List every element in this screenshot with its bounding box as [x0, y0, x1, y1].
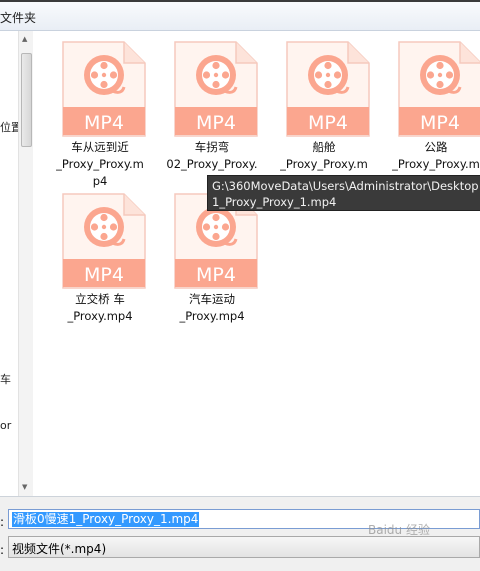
file-name[interactable]: 公路 _Proxy_Proxy.m — [381, 139, 480, 173]
file-name-line: 船舱 — [312, 140, 336, 154]
file-name-line: 公路 — [424, 140, 448, 154]
file-type-badge: MP4 — [308, 112, 348, 134]
file-name[interactable]: 立交桥 车 _Proxy.mp4 — [45, 291, 155, 325]
mp4-file-icon: MP4 — [62, 41, 146, 137]
file-name-line: _Proxy.mp4 — [179, 309, 245, 323]
file-type-badge: MP4 — [84, 112, 124, 134]
film-reel-icon — [196, 55, 238, 95]
file-name-line: 车拐弯 — [194, 140, 230, 154]
file-type-badge: MP4 — [196, 112, 236, 134]
file-type-badge: MP4 — [196, 264, 236, 286]
file-name-line: _Proxy_Proxy.m — [280, 157, 368, 171]
filetype-select[interactable]: 视频文件(*.mp4) — [8, 536, 480, 558]
film-reel-icon — [308, 55, 350, 95]
film-reel-icon — [196, 207, 238, 247]
nav-item-or[interactable]: or — [0, 419, 11, 432]
file-item[interactable]: MP4 公路 _Proxy_Proxy.m — [381, 31, 480, 181]
nav-item-car[interactable]: 车 — [0, 371, 11, 387]
file-name-line: 02_Proxy_Proxy. — [166, 157, 258, 171]
filename-label: : — [0, 515, 5, 529]
title-bar: 文件夹 — [0, 0, 480, 31]
tooltip-line: G:\360MoveData\Users\Administrator\Deskt… — [212, 179, 479, 193]
file-item[interactable]: MP4车拐弯02_Proxy_Proxy.m — [157, 31, 267, 188]
file-name[interactable]: 船舱 _Proxy_Proxy.m — [269, 139, 379, 173]
navigation-scrollbar[interactable]: ▲ ▼ — [18, 31, 33, 496]
file-name-line: 车从远到近 — [71, 140, 129, 154]
file-name-line: _Proxy.mp4 — [67, 309, 133, 323]
file-list[interactable]: MP4 车从远到近 _Proxy_Proxy.m p4 MP4 车拐弯 02_Proxy_P… — [33, 31, 480, 496]
window-title: 文件夹 — [0, 11, 37, 25]
scroll-up-arrow-icon[interactable]: ▲ — [22, 35, 27, 43]
mp4-file-icon: MP4 — [62, 193, 146, 289]
scroll-down-arrow-icon[interactable]: ▼ — [22, 483, 27, 491]
file-type-badge: MP4 — [84, 264, 124, 286]
tooltip-line: 1_Proxy_Proxy_1.mp4 — [212, 195, 337, 209]
file-item[interactable]: MP4 车从远到近 _Proxy_Proxy.m p4 — [45, 31, 155, 188]
film-reel-icon — [84, 55, 126, 95]
mp4-file-icon: MP4 — [286, 41, 370, 137]
scrollbar-thumb[interactable] — [21, 53, 32, 147]
film-reel-icon — [420, 55, 462, 95]
filetype-value[interactable]: 视频文件(*.mp4) — [12, 540, 106, 557]
watermark: Baidu 经验 — [368, 523, 430, 537]
file-name-line: 立交桥 车 — [75, 292, 125, 306]
file-name-line: _Proxy_Proxy.m — [56, 157, 144, 171]
mp4-file-icon: MP4 — [174, 41, 258, 137]
file-item[interactable]: MP4 船舱 _Proxy_Proxy.m — [269, 31, 379, 181]
file-name[interactable]: 汽车运动 _Proxy.mp4 — [157, 291, 267, 325]
title-bar-edge — [0, 0, 480, 2]
mp4-file-icon: MP4 — [398, 41, 480, 137]
filetype-label: : — [0, 543, 5, 557]
path-tooltip: G:\360MoveData\Users\Administrator\Deskt… — [207, 175, 480, 211]
file-name-line: 汽车运动 — [189, 292, 235, 306]
file-type-badge: MP4 — [420, 112, 460, 134]
file-item[interactable]: MP4 立交桥 车 _Proxy.mp4 — [45, 183, 155, 333]
filename-value[interactable]: 滑板0慢速1_Proxy_Proxy_1.mp4 — [12, 512, 200, 527]
film-reel-icon — [84, 207, 126, 247]
file-name-line: _Proxy_Proxy.m — [392, 157, 480, 171]
